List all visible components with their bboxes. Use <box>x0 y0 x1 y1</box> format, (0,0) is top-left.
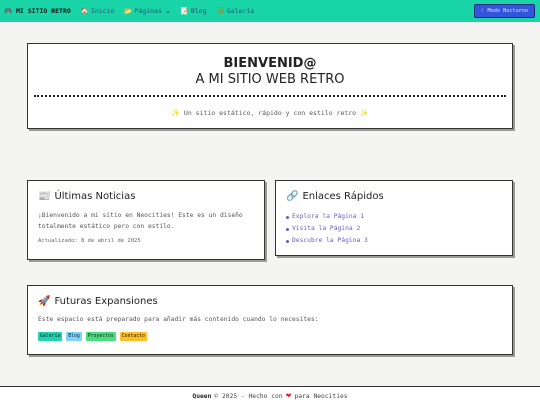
dark-mode-label: Modo Nocturno <box>487 8 529 14</box>
quick-link-label: Explora la Página 1 <box>292 213 365 220</box>
news-body: ¡Bienvenido a mi sitio en Neocities! Est… <box>38 212 243 230</box>
hero-card: BIENVENID@ A MI SITIO WEB RETRO ✨ Un sit… <box>27 43 513 129</box>
sparkles-icon: ✨ <box>171 109 180 117</box>
quick-links-list: Explora la Página 1 Visita la Página 2 D… <box>286 211 502 247</box>
dark-mode-button[interactable]: ☾ Modo Nocturno <box>474 4 535 18</box>
navbar: 🎮 MI SITIO RETRO 🏠 Inicio 📂 Páginas ⌄ 📝 Blog… <box>0 0 540 22</box>
quick-link-label: Visita la Página 2 <box>292 225 361 232</box>
footer: Queen © 2025 - Hecho con ❤ para Neocitie… <box>0 386 540 405</box>
nav-item-label: Galería <box>226 7 255 15</box>
folder-icon: 📂 <box>124 7 133 15</box>
hero-subtitle-title: A MI SITIO WEB RETRO <box>195 72 345 87</box>
news-title: Últimas Noticias <box>54 191 136 202</box>
future-title: Futuras Expansiones <box>54 296 158 307</box>
moon-icon: ☾ <box>480 8 486 14</box>
chevron-down-icon: ⌄ <box>164 7 171 15</box>
picture-icon: 🖼 <box>216 7 225 15</box>
brand-link[interactable]: 🎮 MI SITIO RETRO <box>4 7 71 15</box>
quick-links-card: 🔗 Enlaces Rápidos Explora la Página 1 Vis… <box>275 180 513 256</box>
quick-link-3[interactable]: Descubre la Página 3 <box>286 235 502 247</box>
news-updated: Actualizado: 8 de abril de 2025 <box>38 238 141 244</box>
sparkles-icon: ✨ <box>360 109 369 117</box>
bullet-icon <box>286 239 289 243</box>
nav-item-label: Inicio <box>90 7 115 15</box>
quick-links-title: Enlaces Rápidos <box>302 191 384 202</box>
quick-links-heading: 🔗 Enlaces Rápidos <box>286 191 502 202</box>
quick-link-label: Descubre la Página 3 <box>292 237 368 244</box>
tag-list: Galería Blog Proyectos Contacto <box>38 332 502 341</box>
hero-title: BIENVENID@ <box>223 56 317 71</box>
bullet-icon <box>286 227 289 231</box>
quick-link-1[interactable]: Explora la Página 1 <box>286 211 502 223</box>
tag-proyectos[interactable]: Proyectos <box>85 332 116 341</box>
hero-tagline-text: Un sitio estático, rápido y con estilo r… <box>183 109 357 117</box>
home-icon: 🏠 <box>80 7 89 15</box>
nav-item-blog[interactable]: 📝 Blog <box>181 7 207 15</box>
footer-text-end: para Neocities <box>294 392 348 400</box>
rocket-icon: 🚀 <box>38 296 51 307</box>
gamepad-icon: 🎮 <box>4 7 13 15</box>
future-heading: 🚀 Futuras Expansiones <box>38 296 502 307</box>
nav-item-galeria[interactable]: 🖼 Galería <box>217 7 255 15</box>
nav-item-inicio[interactable]: 🏠 Inicio <box>81 7 115 15</box>
future-card: 🚀 Futuras Expansiones Este espacio está p… <box>27 285 513 355</box>
future-body: Este espacio está preparado para añadir … <box>38 316 319 323</box>
hero-tagline: ✨ Un sitio estático, rápido y con estilo… <box>28 109 512 117</box>
footer-text: © 2025 - Hecho con <box>214 392 283 400</box>
nav-item-label: Páginas <box>134 7 162 15</box>
news-card: 📰 Últimas Noticias ¡Bienvenido a mi sitio… <box>27 180 265 260</box>
link-icon: 🔗 <box>286 191 299 202</box>
brand-label: MI SITIO RETRO <box>16 7 71 15</box>
heart-icon: ❤ <box>285 392 292 400</box>
notes-icon: 📝 <box>180 7 189 15</box>
nav-item-label: Blog <box>190 7 207 15</box>
newspaper-icon: 📰 <box>38 191 51 202</box>
nav-item-paginas[interactable]: 📂 Páginas ⌄ <box>124 7 170 15</box>
news-heading: 📰 Últimas Noticias <box>38 191 254 202</box>
tag-contacto[interactable]: Contacto <box>119 332 147 341</box>
footer-owner: Queen <box>192 392 212 400</box>
dotted-divider <box>34 95 506 97</box>
bullet-icon <box>286 215 289 219</box>
quick-link-2[interactable]: Visita la Página 2 <box>286 223 502 235</box>
tag-blog[interactable]: Blog <box>66 332 82 341</box>
tag-galeria[interactable]: Galería <box>38 332 63 341</box>
